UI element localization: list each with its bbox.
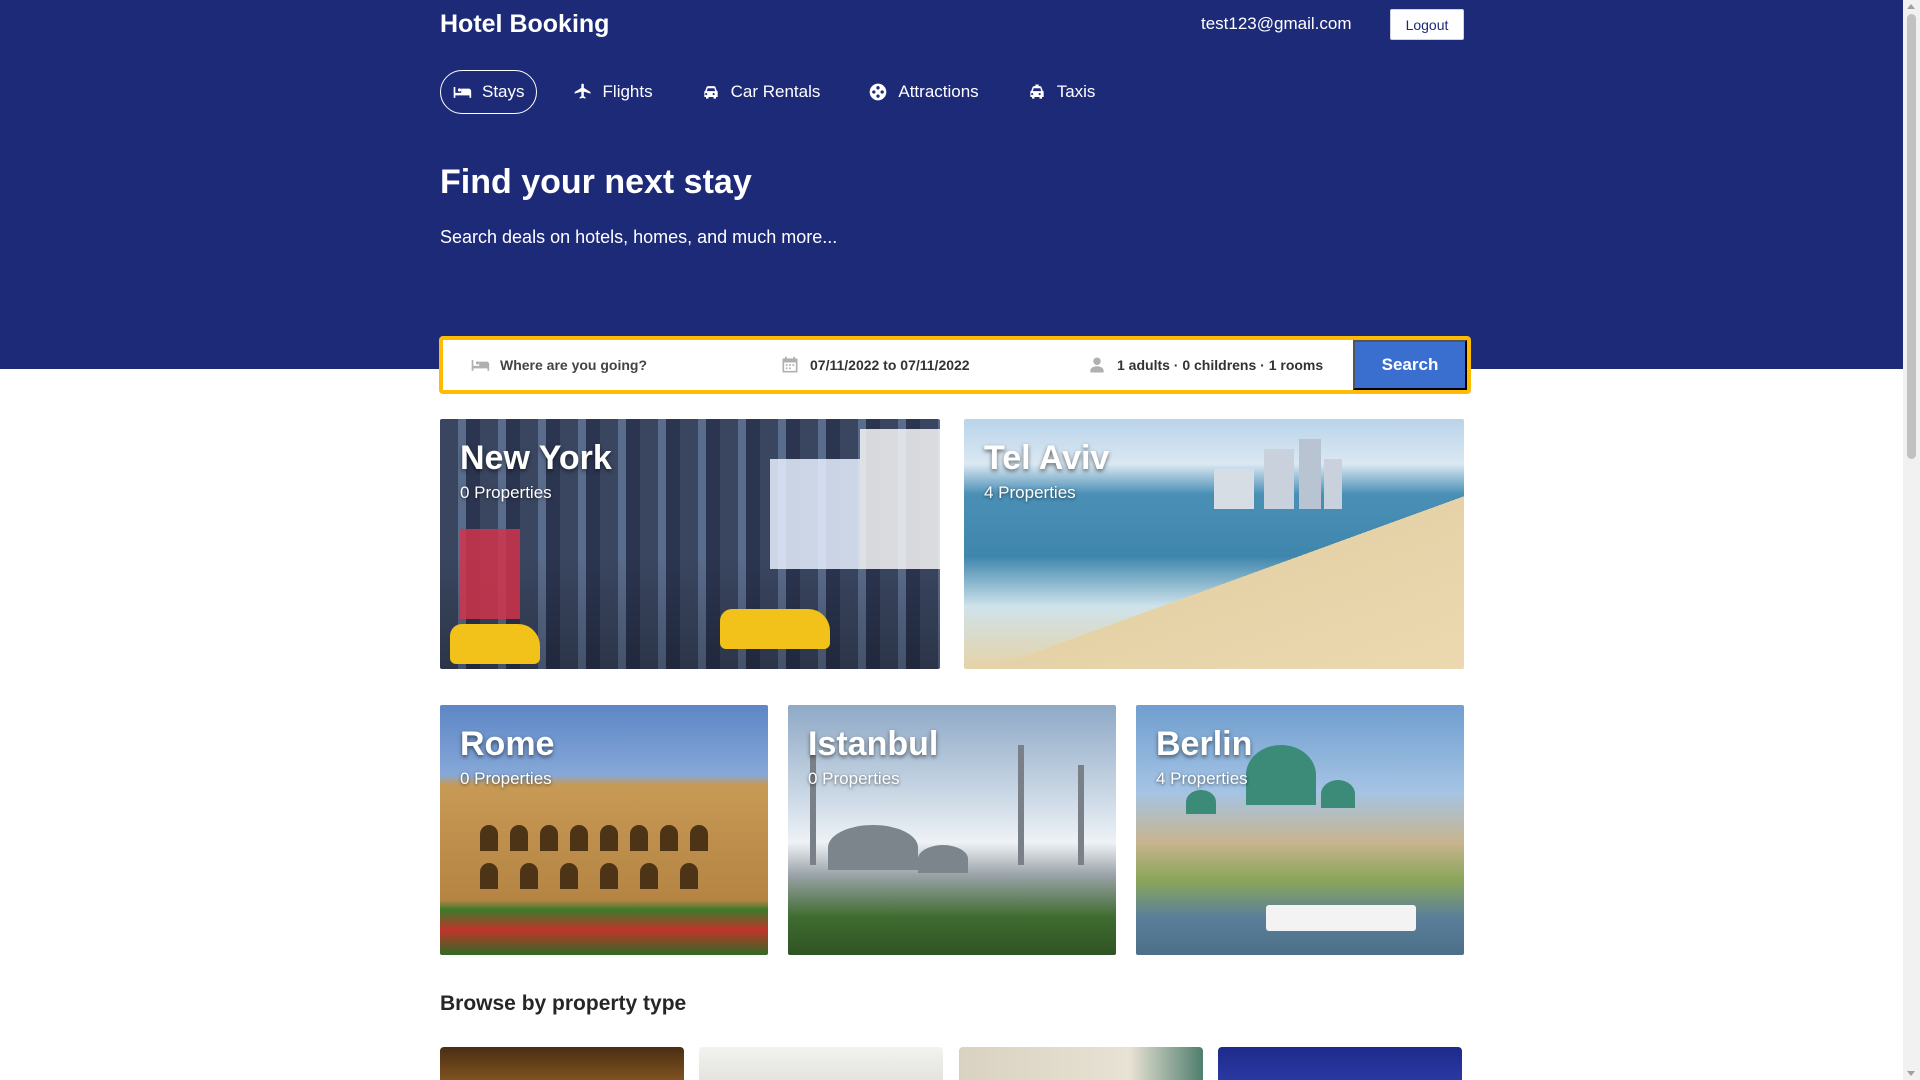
- city-image-detail: [600, 825, 618, 851]
- calendar-icon: [782, 356, 798, 373]
- city-image-detail: [1321, 780, 1355, 808]
- user-email: test123@gmail.com: [1201, 14, 1352, 33]
- city-image-detail: [1018, 745, 1024, 865]
- city-property-count: 4 Properties: [1156, 769, 1248, 788]
- featured-city-card[interactable]: New York 0 Properties: [440, 419, 940, 669]
- city-image-detail: [640, 863, 658, 889]
- city-image-detail: [1246, 745, 1316, 805]
- city-image-detail: [600, 863, 618, 889]
- bed-icon: [471, 360, 490, 371]
- city-name: Berlin: [1156, 725, 1253, 763]
- city-image-detail: [1299, 439, 1321, 509]
- featured-city-card[interactable]: Tel Aviv 4 Properties: [964, 419, 1464, 669]
- search-button[interactable]: Search: [1353, 340, 1467, 390]
- city-image-detail: [660, 825, 678, 851]
- nav-item-label: Car Rentals: [730, 82, 821, 101]
- city-name: Tel Aviv: [984, 439, 1110, 477]
- nav-item-label: Taxis: [1056, 82, 1096, 101]
- nav-item-attractions[interactable]: Attractions: [856, 70, 990, 114]
- nav-item-label: Attractions: [898, 82, 979, 101]
- city-image-detail: [630, 825, 648, 851]
- city-image-detail: [1324, 459, 1342, 509]
- scroll-up-arrow-icon[interactable]: [1907, 4, 1915, 9]
- city-property-count: 0 Properties: [808, 769, 900, 788]
- guests-field[interactable]: 1 adults · 0 childrens · 1 rooms: [1087, 355, 1323, 375]
- property-type-card[interactable]: [959, 1047, 1203, 1080]
- date-range-field[interactable]: 07/11/2022 to 07/11/2022: [780, 355, 970, 375]
- scrollbar-thumb[interactable]: [1907, 14, 1916, 459]
- page: Hotel Booking test123@gmail.com Logout S…: [0, 0, 1920, 1080]
- nav-item-label: Stays: [482, 82, 525, 101]
- city-image-detail: [540, 825, 558, 851]
- city-name: Istanbul: [808, 725, 939, 763]
- city-image-detail: [460, 529, 520, 619]
- city-image-detail: [520, 863, 538, 889]
- nav-item-stays[interactable]: Stays: [440, 70, 537, 114]
- nav-item-label: Flights: [602, 82, 653, 101]
- city-image-detail: [720, 609, 830, 649]
- scroll-down-arrow-icon[interactable]: [1907, 1071, 1915, 1076]
- featured-city-card[interactable]: Rome 0 Properties: [440, 705, 768, 955]
- vertical-scrollbar[interactable]: [1903, 0, 1920, 1080]
- main-nav: Stays Flights Car Rentals Attractions Ta…: [440, 70, 1107, 114]
- city-image-detail: [1264, 449, 1294, 509]
- city-property-count: 4 Properties: [984, 483, 1076, 502]
- car-icon: [703, 86, 718, 99]
- city-image-detail: [480, 825, 498, 851]
- city-image-detail: [570, 825, 588, 851]
- city-image-detail: [690, 825, 708, 851]
- property-types-heading: Browse by property type: [440, 992, 687, 1015]
- nav-item-taxis[interactable]: Taxis: [1015, 70, 1108, 114]
- guests-value: 1 adults · 0 childrens · 1 rooms: [1117, 357, 1324, 373]
- city-name: New York: [460, 439, 612, 477]
- hero-subtitle: Search deals on hotels, homes, and much …: [440, 227, 838, 247]
- city-image-detail: [1214, 469, 1254, 509]
- city-image-detail: [918, 845, 968, 873]
- city-image-detail: [860, 429, 940, 569]
- city-image-detail: [770, 459, 860, 569]
- destination-placeholder: Where are you going?: [500, 357, 648, 373]
- city-property-count: 0 Properties: [460, 769, 552, 788]
- attraction-icon: [870, 83, 887, 101]
- hero-title: Find your next stay: [440, 163, 752, 201]
- city-image-detail: [480, 863, 498, 889]
- header: Hotel Booking test123@gmail.com Logout S…: [0, 0, 1903, 369]
- taxi-icon: [1030, 84, 1044, 99]
- featured-city-card[interactable]: Berlin 4 Properties: [1136, 705, 1464, 955]
- property-type-card[interactable]: [699, 1047, 943, 1080]
- destination-field[interactable]: Where are you going?: [470, 355, 647, 375]
- plane-icon: [574, 83, 591, 99]
- nav-item-car-rentals[interactable]: Car Rentals: [689, 70, 833, 114]
- city-image-detail: [1186, 790, 1216, 814]
- person-icon: [1090, 357, 1104, 373]
- date-range-value: 07/11/2022 to 07/11/2022: [810, 357, 970, 373]
- city-property-count: 0 Properties: [460, 483, 552, 502]
- bed-icon: [453, 87, 472, 98]
- property-type-card[interactable]: [1218, 1047, 1462, 1080]
- nav-item-flights[interactable]: Flights: [561, 70, 665, 114]
- city-image-detail: [1266, 905, 1416, 931]
- city-image-detail: [510, 825, 528, 851]
- city-image-detail: [450, 624, 540, 664]
- city-image-detail: [1078, 765, 1084, 865]
- featured-city-card[interactable]: Istanbul 0 Properties: [788, 705, 1116, 955]
- logout-button[interactable]: Logout: [1390, 9, 1464, 40]
- city-image-detail: [560, 863, 578, 889]
- search-bar: Where are you going? 07/11/2022 to 07/11…: [439, 336, 1471, 394]
- brand-logo[interactable]: Hotel Booking: [440, 10, 609, 39]
- city-name: Rome: [460, 725, 555, 763]
- city-image-detail: [828, 825, 918, 870]
- property-type-card[interactable]: [440, 1047, 684, 1080]
- city-image-detail: [680, 863, 698, 889]
